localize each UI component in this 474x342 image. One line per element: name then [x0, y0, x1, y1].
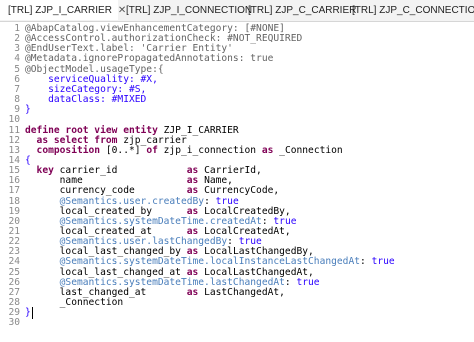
- editor-tab-bar: [TRL] ZJP_I_CARRIER ✕ [TRL] ZJP_I_CONNEC…: [0, 0, 474, 22]
- tab-zjp-i-carrier[interactable]: [TRL] ZJP_I_CARRIER ✕: [0, 0, 126, 20]
- text-cursor: [32, 307, 33, 320]
- code-line[interactable]: 30: [0, 317, 474, 329]
- tab-label: [TRL] ZJP_C_CONNECTION: [352, 4, 474, 16]
- tab-label: [TRL] ZJP_I_CONNECTION: [126, 4, 253, 16]
- code-editor[interactable]: 1 @AbapCatalog.viewEnhancementCategory: […: [0, 22, 474, 342]
- tab-zjp-c-connection[interactable]: [TRL] ZJP_C_CONNECTION: [344, 0, 474, 20]
- tab-zjp-i-connection[interactable]: [TRL] ZJP_I_CONNECTION: [118, 0, 252, 20]
- tab-label: [TRL] ZJP_I_CARRIER: [8, 4, 112, 16]
- tab-zjp-c-carrier[interactable]: [TRL] ZJP_C_CARRIER: [240, 0, 356, 20]
- tab-label: [TRL] ZJP_C_CARRIER: [248, 4, 357, 16]
- line-number: 30: [8, 317, 20, 329]
